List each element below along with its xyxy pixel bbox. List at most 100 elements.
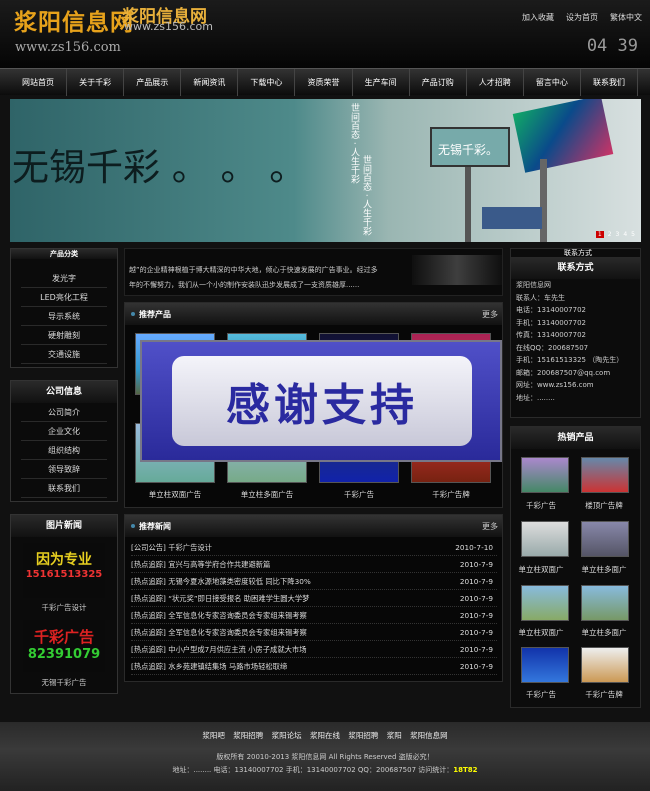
- hot-product-caption[interactable]: 单立柱多面广: [569, 564, 639, 575]
- category-item[interactable]: LED亮化工程: [21, 288, 107, 307]
- news-item-date: 2010-7-9: [459, 628, 493, 637]
- copyright: 版权所有 20010-2013 浆阳信息网 All Rights Reserve…: [216, 753, 434, 761]
- hot-product-thumb[interactable]: [581, 457, 629, 493]
- hot-product-thumb[interactable]: [581, 647, 629, 683]
- news-item-text[interactable]: [热点追踪] 水乡苑建镇结集场 马路市场轻松取缔: [131, 662, 287, 671]
- footer-link[interactable]: 浆阳招聘: [348, 731, 378, 740]
- product-caption[interactable]: 单立柱多面广告: [222, 489, 312, 500]
- footer-link[interactable]: 浆阳信息网: [410, 731, 448, 740]
- news-more-link[interactable]: 更多: [482, 521, 498, 532]
- contact-title: 联系方式: [511, 257, 640, 279]
- hot-product-thumb[interactable]: [521, 457, 569, 493]
- news-item[interactable]: [热点追踪] 全军信息化专家咨询委员会专家组来锡考察 2010-7-9: [131, 607, 497, 624]
- company-item[interactable]: 组织结构: [21, 441, 107, 460]
- product-caption[interactable]: 千彩广告: [314, 489, 404, 500]
- nav-honors[interactable]: 资质荣誉: [295, 69, 353, 96]
- news-item-text[interactable]: [热点追踪] 无锡今夏水源地藻类密度较低 同比下降30%: [131, 577, 311, 586]
- news-item-date: 2010-7-9: [459, 594, 493, 603]
- company-item[interactable]: 企业文化: [21, 422, 107, 441]
- nav-workshop[interactable]: 生产车间: [353, 69, 410, 96]
- hot-product-thumb[interactable]: [521, 585, 569, 621]
- category-item[interactable]: 交通设施: [21, 345, 107, 364]
- nav-downloads[interactable]: 下载中心: [238, 69, 296, 96]
- company-info-title: 公司信息: [11, 381, 117, 403]
- news-item-text[interactable]: [热点追踪] 中小户型成7月供应主流 小房子成就大市场: [131, 645, 307, 654]
- photo-news-image-2[interactable]: 千彩广告 82391079: [23, 620, 105, 672]
- nav-about[interactable]: 关于千彩: [67, 69, 125, 96]
- contact-line: 在线QQ：200687507: [516, 343, 589, 352]
- nav-products[interactable]: 产品展示: [124, 69, 182, 96]
- product-caption[interactable]: 千彩广告牌: [406, 489, 496, 500]
- news-item[interactable]: [热点追踪] 全军信息化专家咨询委员会专家组来锡考察 2010-7-9: [131, 624, 497, 641]
- banner-pager: 1 2 3 4 5: [595, 231, 635, 238]
- billboard-image: 无锡千彩。: [430, 127, 510, 167]
- banner-page-4[interactable]: 4: [623, 231, 627, 238]
- news-item-text[interactable]: [热点追踪] 全军信息化专家咨询委员会专家组来锡考察: [131, 628, 307, 637]
- news-item-text[interactable]: [热点追踪] 全军信息化专家咨询委员会专家组来锡考察: [131, 611, 307, 620]
- hot-product-thumb[interactable]: [521, 521, 569, 557]
- contact-line: 手机：13140007702: [516, 318, 586, 327]
- footer-link[interactable]: 浆阳吧: [202, 731, 225, 740]
- hot-product-thumb[interactable]: [581, 521, 629, 557]
- hero-banner[interactable]: 无锡千彩 。 。 。 世间百态 · 人生千彩 世间百态 · 人生千彩 无锡千彩。…: [10, 99, 641, 242]
- nav-contact[interactable]: 联系我们: [581, 69, 639, 96]
- recommended-more-link[interactable]: 更多: [482, 309, 498, 320]
- hot-product-caption[interactable]: 单立柱多面广: [569, 627, 639, 638]
- photo-news-image-1-text: 因为专业: [36, 552, 92, 568]
- add-favorite-link[interactable]: 加入收藏: [522, 12, 554, 23]
- news-item[interactable]: [热点追踪] 中小户型成7月供应主流 小房子成就大市场 2010-7-9: [131, 641, 497, 658]
- news-item-text[interactable]: [热点追踪] 宜兴与高等学府合作共建避新篇: [131, 560, 270, 569]
- product-caption[interactable]: 单立柱双面广告: [130, 489, 220, 500]
- nav-jobs[interactable]: 人才招聘: [467, 69, 524, 96]
- category-item[interactable]: 硬射雕刻: [21, 326, 107, 345]
- hot-product-thumb[interactable]: [581, 585, 629, 621]
- hot-product-caption[interactable]: 单立柱双面广: [506, 564, 576, 575]
- thanks-support-panel: 感谢支持: [172, 356, 472, 446]
- footer-link[interactable]: 浆阳论坛: [272, 731, 302, 740]
- footer-address: 地址：........ 电话：13140007702 手机：1314000770…: [0, 765, 650, 775]
- category-item[interactable]: 导示系统: [21, 307, 107, 326]
- footer-link[interactable]: 浆阳: [387, 731, 402, 740]
- news-item[interactable]: [热点追踪] 无锡今夏水源地藻类密度较低 同比下降30% 2010-7-9: [131, 573, 497, 590]
- footer-link[interactable]: 浆阳招聘: [233, 731, 263, 740]
- news-item-text[interactable]: [热点追踪] “状元奖”即日接受报名 助困难学生圆大学梦: [131, 594, 309, 603]
- nav-order[interactable]: 产品订购: [410, 69, 467, 96]
- news-item[interactable]: [热点追踪] “状元奖”即日接受报名 助困难学生圆大学梦 2010-7-9: [131, 590, 497, 607]
- footer: 浆阳吧 浆阳招聘 浆阳论坛 浆阳在线 浆阳招聘 浆阳 浆阳信息网 版权所有 20…: [0, 722, 650, 791]
- banner-page-3[interactable]: 3: [616, 231, 620, 238]
- nav-home[interactable]: 网站首页: [10, 69, 68, 96]
- news-item[interactable]: [公司公告] 千彩广告设计 2010-7-10: [131, 539, 497, 556]
- nav-messages[interactable]: 留言中心: [524, 69, 581, 96]
- photo-news-box: 图片新闻 因为专业 15161513325 千彩广告设计 千彩广告 823910…: [10, 514, 118, 694]
- company-item[interactable]: 联系我们: [21, 479, 107, 498]
- banner-page-5[interactable]: 5: [631, 231, 635, 238]
- photo-news-caption-2[interactable]: 无锡千彩广告: [11, 677, 117, 688]
- banner-page-2[interactable]: 2: [608, 231, 612, 238]
- hot-product-caption[interactable]: 千彩广告牌: [569, 689, 639, 700]
- set-homepage-link[interactable]: 设为首页: [566, 12, 598, 23]
- category-item[interactable]: 发光字: [21, 269, 107, 288]
- photo-news-image-1[interactable]: 因为专业 15161513325: [23, 543, 105, 598]
- banner-page-1[interactable]: 1: [595, 231, 604, 238]
- hot-product-caption[interactable]: 千彩广告: [506, 689, 576, 700]
- company-item[interactable]: 领导致辞: [21, 460, 107, 479]
- news-item-date: 2010-7-9: [459, 560, 493, 569]
- news-item[interactable]: [热点追踪] 水乡苑建镇结集场 马路市场轻松取缔 2010-7-9: [131, 658, 497, 675]
- footer-link[interactable]: 浆阳在线: [310, 731, 340, 740]
- news-item[interactable]: [热点追踪] 宜兴与高等学府合作共建避新篇 2010-7-9: [131, 556, 497, 573]
- clock-display: 04 39: [586, 36, 638, 56]
- news-item-text[interactable]: [公司公告] 千彩广告设计: [131, 543, 212, 552]
- traditional-chinese-link[interactable]: 繁体中文: [610, 12, 642, 23]
- visit-counter: 18T82: [453, 766, 478, 774]
- news-item-date: 2010-7-9: [459, 577, 493, 586]
- nav-news[interactable]: 新闻资讯: [181, 69, 239, 96]
- hot-product-caption[interactable]: 单立柱双面广: [506, 627, 576, 638]
- news-item-date: 2010-7-10: [455, 543, 493, 552]
- site-logo[interactable]: 浆阳信息网: [14, 3, 134, 37]
- photo-news-caption-1[interactable]: 千彩广告设计: [11, 602, 117, 613]
- recommended-products-header: 推荐产品 更多: [125, 303, 502, 325]
- hot-product-caption[interactable]: 楼顶广告牌: [569, 500, 639, 511]
- hot-product-thumb[interactable]: [521, 647, 569, 683]
- hot-product-caption[interactable]: 千彩广告: [506, 500, 576, 511]
- company-item[interactable]: 公司简介: [21, 403, 107, 422]
